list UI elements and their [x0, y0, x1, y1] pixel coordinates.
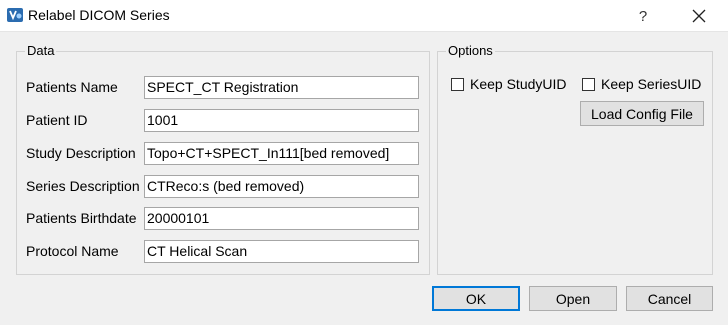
- patient-id-label: Patient ID: [26, 112, 88, 128]
- keep-study-uid-checkbox[interactable]: [451, 77, 464, 91]
- open-button[interactable]: Open: [529, 286, 617, 311]
- close-icon: [692, 9, 706, 23]
- study-description-label: Study Description: [26, 145, 136, 161]
- data-group-title: Data: [25, 43, 57, 58]
- title-bar: Relabel DICOM Series ?: [0, 0, 728, 32]
- cancel-button[interactable]: Cancel: [626, 286, 713, 311]
- options-group-title: Options: [446, 43, 495, 58]
- patients-name-label: Patients Name: [26, 79, 118, 95]
- series-description-label: Series Description: [26, 178, 140, 194]
- keep-series-uid-checkbox[interactable]: [582, 77, 595, 91]
- data-group: Data Patients Name SPECT_CT Registration…: [16, 43, 430, 275]
- help-button[interactable]: ?: [620, 0, 666, 32]
- patients-birthdate-label: Patients Birthdate: [26, 210, 137, 226]
- keep-study-uid-checkbox-row[interactable]: Keep StudyUID: [451, 76, 567, 92]
- keep-study-uid-label: Keep StudyUID: [470, 76, 567, 92]
- protocol-name-input[interactable]: CT Helical Scan: [144, 240, 419, 263]
- options-group: Options Keep StudyUID Keep SeriesUID Loa…: [437, 43, 713, 275]
- ok-button[interactable]: OK: [432, 286, 520, 311]
- window-title: Relabel DICOM Series: [28, 7, 170, 23]
- patients-name-input[interactable]: SPECT_CT Registration: [144, 76, 419, 99]
- patients-birthdate-input[interactable]: 20000101: [144, 207, 419, 230]
- series-description-input[interactable]: CTReco:s (bed removed): [144, 175, 419, 198]
- patient-id-input[interactable]: 1001: [144, 109, 419, 132]
- close-button[interactable]: [676, 0, 722, 32]
- load-config-file-button[interactable]: Load Config File: [580, 101, 704, 126]
- keep-series-uid-checkbox-row[interactable]: Keep SeriesUID: [582, 76, 701, 92]
- protocol-name-label: Protocol Name: [26, 243, 119, 259]
- keep-series-uid-label: Keep SeriesUID: [601, 76, 702, 92]
- app-icon: [7, 8, 23, 22]
- help-icon: ?: [638, 7, 648, 25]
- study-description-input[interactable]: Topo+CT+SPECT_In111[bed removed]: [144, 142, 419, 165]
